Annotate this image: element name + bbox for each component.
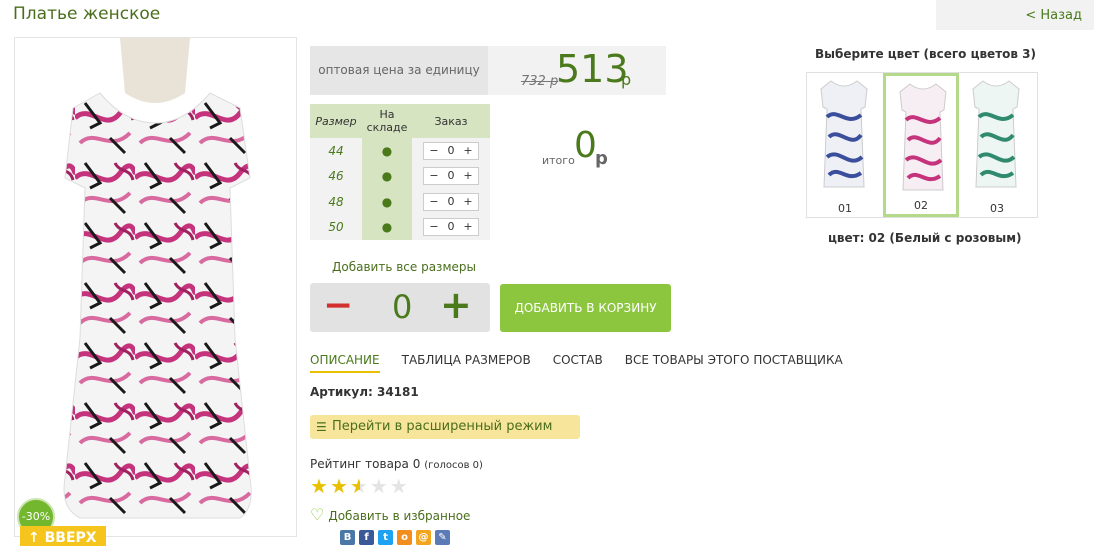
- minus-button[interactable]: −: [323, 286, 353, 326]
- stepper-value[interactable]: 0: [443, 219, 460, 235]
- size-value: 50: [310, 214, 362, 240]
- vk-icon[interactable]: В: [340, 530, 355, 545]
- size-row: 50 ● −0 +: [310, 214, 490, 240]
- social-share: В f t о @ ✎: [340, 530, 450, 545]
- rating-stars[interactable]: ★★★★★: [310, 474, 410, 498]
- price-new: 513: [556, 47, 629, 91]
- plus-icon[interactable]: +: [460, 219, 477, 235]
- livejournal-icon[interactable]: ✎: [435, 530, 450, 545]
- quantity-value[interactable]: 0: [392, 288, 412, 326]
- total-label: итого: [542, 154, 575, 167]
- swatch-label: 03: [990, 202, 1004, 215]
- total-value: 0: [574, 125, 597, 166]
- star-icon[interactable]: ★: [330, 474, 350, 498]
- total-currency: р: [595, 148, 608, 169]
- extended-mode-button[interactable]: ☰ Перейти в расширенный режим: [310, 415, 580, 439]
- tab-description[interactable]: ОПИСАНИЕ: [310, 353, 380, 373]
- swatch-image: [972, 80, 1020, 188]
- heart-icon: ♡: [310, 505, 325, 524]
- color-picker-title: Выберите цвет (всего цветов 3): [815, 47, 1036, 61]
- odnoklassniki-icon[interactable]: о: [397, 530, 412, 545]
- product-tabs: ОПИСАНИЕ ТАБЛИЦА РАЗМЕРОВ СОСТАВ ВСЕ ТОВ…: [310, 353, 865, 373]
- minus-icon[interactable]: −: [426, 143, 443, 159]
- size-header: Размер: [310, 104, 362, 138]
- size-row: 48 ● −0 +: [310, 189, 490, 215]
- extended-mode-label: Перейти в расширенный режим: [332, 419, 553, 434]
- plus-icon[interactable]: +: [460, 194, 477, 210]
- color-swatch-03[interactable]: 03: [959, 73, 1035, 217]
- price-box: оптовая цена за единицу 732 р 513 р: [310, 46, 666, 95]
- stepper-value[interactable]: 0: [443, 168, 460, 184]
- rating-votes: (голосов 0): [424, 460, 483, 471]
- mailru-icon[interactable]: @: [416, 530, 431, 545]
- stepper-value[interactable]: 0: [443, 194, 460, 210]
- minus-icon[interactable]: −: [426, 168, 443, 184]
- scroll-up-button[interactable]: ↑ ВВЕРХ: [20, 526, 106, 546]
- price-label: оптовая цена за единицу: [310, 46, 488, 95]
- stock-indicator: ●: [362, 138, 412, 164]
- color-swatch-02[interactable]: 02: [883, 73, 959, 217]
- quantity-stepper[interactable]: −0 +: [423, 218, 479, 237]
- list-icon: ☰: [316, 420, 327, 434]
- stepper-value[interactable]: 0: [443, 143, 460, 159]
- tab-size-table[interactable]: ТАБЛИЦА РАЗМЕРОВ: [402, 353, 531, 373]
- size-table: Размер На складе Заказ 44 ● −0 + 46 ● −0 +…: [310, 104, 490, 240]
- size-value: 46: [310, 163, 362, 189]
- color-swatch-01[interactable]: 01: [807, 73, 883, 217]
- color-swatches: 01 02 03: [806, 72, 1038, 218]
- quantity-stepper[interactable]: −0 +: [423, 192, 479, 211]
- swatch-image: [820, 80, 868, 188]
- stock-indicator: ●: [362, 189, 412, 215]
- facebook-icon[interactable]: f: [359, 530, 374, 545]
- swatch-label: 01: [838, 202, 852, 215]
- order-header: Заказ: [412, 104, 490, 138]
- star-half-icon[interactable]: ★: [350, 474, 370, 498]
- add-favorite-link[interactable]: ♡ Добавить в избранное: [310, 505, 470, 524]
- star-icon[interactable]: ★: [390, 474, 410, 498]
- size-value: 48: [310, 189, 362, 215]
- plus-icon[interactable]: +: [460, 168, 477, 184]
- dress-image: [63, 38, 252, 519]
- current-color: цвет: 02 (Белый с розовым): [828, 231, 1022, 245]
- swatch-image: [899, 83, 947, 191]
- quantity-stepper[interactable]: −0 +: [423, 167, 479, 186]
- size-value: 44: [310, 138, 362, 164]
- stock-header: На складе: [362, 104, 412, 138]
- add-to-cart-button[interactable]: ДОБАВИТЬ В КОРЗИНУ: [500, 284, 671, 332]
- star-icon[interactable]: ★: [310, 474, 330, 498]
- stock-indicator: ●: [362, 214, 412, 240]
- twitter-icon[interactable]: t: [378, 530, 393, 545]
- price-currency: р: [621, 70, 632, 89]
- rating-text: Рейтинг товара 0 (голосов 0): [310, 457, 483, 471]
- size-row: 46 ● −0 +: [310, 163, 490, 189]
- stock-indicator: ●: [362, 163, 412, 189]
- rating-label: Рейтинг товара 0: [310, 457, 421, 471]
- add-all-sizes-link[interactable]: Добавить все размеры: [332, 260, 476, 274]
- favorite-label: Добавить в избранное: [328, 509, 471, 523]
- minus-icon[interactable]: −: [426, 194, 443, 210]
- tab-composition[interactable]: СОСТАВ: [553, 353, 603, 373]
- main-quantity-stepper: − 0 +: [310, 283, 490, 332]
- plus-button[interactable]: +: [440, 283, 472, 328]
- article-number: Артикул: 34181: [310, 385, 419, 399]
- swatch-label: 02: [914, 199, 928, 212]
- size-row: 44 ● −0 +: [310, 138, 490, 164]
- page-title: Платье женское: [13, 4, 161, 24]
- star-icon[interactable]: ★: [370, 474, 390, 498]
- price-old: 732 р: [521, 74, 559, 89]
- product-photo[interactable]: [14, 37, 297, 537]
- tab-supplier-products[interactable]: ВСЕ ТОВАРЫ ЭТОГО ПОСТАВЩИКА: [625, 353, 843, 373]
- back-link[interactable]: < Назад: [936, 0, 1094, 30]
- plus-icon[interactable]: +: [460, 143, 477, 159]
- quantity-stepper[interactable]: −0 +: [423, 141, 479, 160]
- minus-icon[interactable]: −: [426, 219, 443, 235]
